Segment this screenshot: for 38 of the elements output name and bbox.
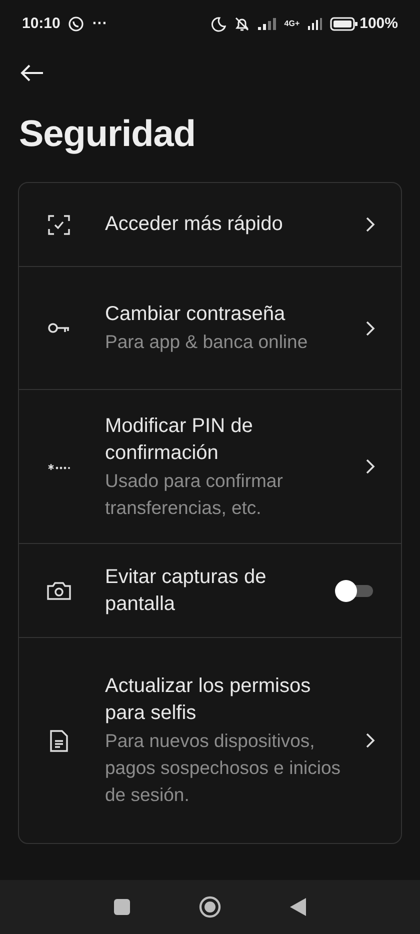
row-title: Modificar PIN de confirmación: [105, 414, 254, 466]
battery-level: 100%: [360, 14, 398, 34]
chevron-right-icon: [366, 459, 375, 474]
scan-check-icon: [48, 214, 70, 235]
more-notifications: ···: [92, 14, 108, 34]
chat-icon: [68, 16, 84, 32]
row-subtitle: Usado para confirmar transferencias, etc.: [105, 468, 284, 520]
row-title: Actualizar los permisos para selfis: [105, 674, 312, 726]
signal-icon: [258, 18, 276, 30]
page-title: Seguridad: [18, 112, 196, 156]
row-title: Cambiar contraseña: [105, 302, 286, 328]
battery-icon: [330, 17, 358, 31]
chevron-right-icon: [366, 217, 375, 232]
settings-row[interactable]: Actualizar los permisos para selfis Para nuevos dispositivos, pagos sospechosos e inicios de sesión.: [19, 637, 401, 844]
key-icon: [48, 322, 70, 334]
signal-icon: [308, 18, 322, 30]
chevron-right-icon: [366, 733, 375, 748]
row-subtitle: Para app & banca online: [105, 330, 309, 354]
row-title: Acceder más rápido: [105, 212, 284, 238]
chevron-right-icon: [366, 320, 375, 336]
toggle-switch[interactable]: [335, 578, 375, 603]
recents-icon[interactable]: [114, 899, 130, 915]
clock: 10:10: [22, 14, 60, 34]
pin-dots-icon: [48, 462, 70, 471]
back-icon[interactable]: [20, 64, 44, 82]
settings-row[interactable]: Evitar capturas de pantalla: [19, 543, 401, 638]
network-type: 4G+: [284, 18, 300, 30]
bell-off-icon: [234, 16, 250, 32]
row-title: Evitar capturas de pantalla: [105, 564, 268, 617]
back-icon[interactable]: [290, 898, 306, 916]
moon-icon: [211, 16, 226, 32]
settings-row[interactable]: Modificar PIN de confirmación Usado para confirmar transferencias, etc.: [19, 389, 401, 544]
document-icon: [50, 730, 68, 752]
settings-row[interactable]: Acceder más rápido: [19, 183, 401, 266]
settings-row[interactable]: Cambiar contraseña Para app & banca online: [19, 266, 401, 390]
row-subtitle: Para nuevos dispositivos, pagos sospechosos e inicios de sesión.: [105, 729, 342, 808]
camera-icon: [47, 582, 71, 600]
home-icon[interactable]: [198, 896, 221, 918]
